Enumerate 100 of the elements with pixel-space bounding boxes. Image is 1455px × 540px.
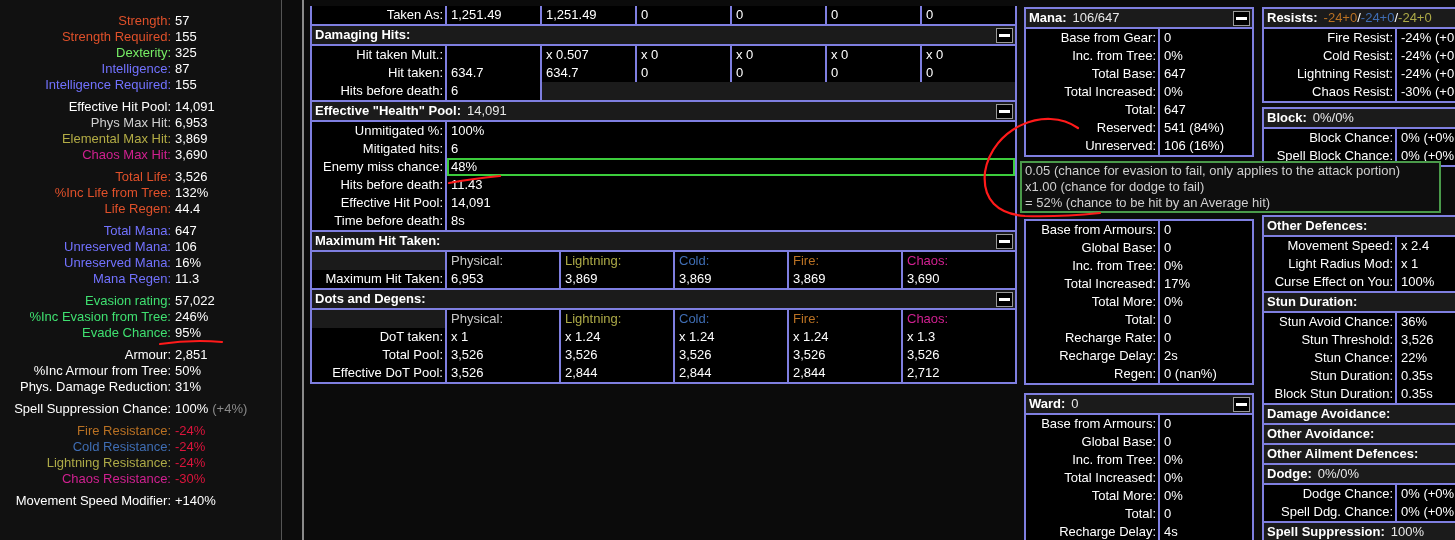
stat-label: Total: [1123, 505, 1157, 523]
section-title: Ward: [1029, 395, 1066, 414]
stat-value: -24% (+0 [1395, 65, 1455, 83]
stat-value: 4s [1158, 523, 1252, 540]
stat-value: -30% (+0 [1395, 83, 1455, 101]
collapse-button[interactable] [996, 233, 1013, 249]
section-title: Dodge: [1267, 465, 1312, 484]
stat-value: 100% [445, 122, 1015, 140]
stat-label: %Inc Evasion from Tree: [28, 309, 171, 325]
stat-label: Maximum Hit Taken: [324, 270, 444, 288]
section-title: Other Defences: [1267, 217, 1368, 236]
stat-label: Reserved: [1095, 119, 1157, 137]
table-cell: 3,526 [901, 346, 1015, 364]
stat-label: Intelligence Required: [44, 77, 171, 93]
stat-label: Base from Armours: [1040, 221, 1157, 239]
section-title: Other Ailment Defences: [1267, 445, 1419, 464]
stat-label: Unreserved: [1084, 137, 1157, 155]
stat-label: Lightning Resist: [1295, 65, 1394, 83]
stat-label: Light Radius Mod: [1287, 255, 1394, 273]
stat-value: 0 [1158, 415, 1252, 433]
stat-label: %Inc Armour from Tree: [32, 363, 171, 379]
stat-label: Mitigated hits: [361, 140, 444, 158]
stat-label: Total Life: [114, 169, 171, 185]
stat-value: 14,091 [445, 194, 1015, 212]
stat-value: 0.35s [1395, 367, 1455, 385]
stat-label: Cold Resist: [1321, 47, 1394, 65]
stat-value: 0 [1158, 433, 1252, 451]
stat-label: Spell Ddg. Chance: [1280, 503, 1394, 521]
stat-value: 44.4 [174, 201, 201, 217]
stat-label: Block Stun Duration: [1273, 385, 1394, 403]
stat-value: 0 [1158, 239, 1252, 257]
table-cell: x 0 [825, 46, 920, 64]
column-header: Lightning: [565, 253, 622, 268]
stat-value: 31% [174, 379, 202, 395]
collapse-button[interactable] [996, 291, 1013, 307]
minus-icon [999, 109, 1010, 113]
stat-value: 155 [174, 77, 197, 93]
stat-value: 2,851 [174, 347, 208, 363]
stat-value: 95% [174, 325, 202, 341]
stat-bonus: (+4%) [211, 401, 248, 417]
section-value: 14,091 [466, 102, 507, 121]
stat-value: 325 [174, 45, 197, 61]
stat-label: Mana Regen: [91, 271, 171, 287]
stat-label: Cold Resistance: [71, 439, 171, 455]
stat-value: 6,953 [174, 115, 208, 131]
stat-label: Taken As: [385, 6, 444, 24]
stat-label: Total: [1123, 311, 1157, 329]
stat-value: 0 [1158, 29, 1252, 47]
stat-value: 6 [445, 140, 1015, 158]
stat-value: 0% [1158, 487, 1252, 505]
stat-value: 647 [174, 223, 197, 239]
stat-value: 57 [174, 13, 190, 29]
collapse-button[interactable] [996, 27, 1013, 43]
stat-label: Inc. from Tree: [1071, 451, 1157, 469]
stat-label: Unmitigated %: [353, 122, 444, 140]
stat-value: 541 (84%) [1158, 119, 1252, 137]
stat-value: 50% [174, 363, 202, 379]
minus-icon [999, 239, 1010, 243]
tooltip-line: x1.00 (chance for dodge to fail) [1025, 179, 1206, 195]
stat-value: 22% [1395, 349, 1455, 367]
tooltip-line: = 52% (chance to be hit by an Average hit) [1025, 195, 1272, 211]
table-cell: 3,526 [445, 346, 559, 364]
stat-value: 0% (+0% [1395, 485, 1455, 503]
table-cell: 3,526 [559, 346, 673, 364]
stat-value: 0 (nan%) [1158, 365, 1252, 383]
collapse-button[interactable] [996, 103, 1013, 119]
stat-value: 132% [174, 185, 209, 201]
stat-label: Chaos Max Hit: [81, 147, 171, 163]
table-cell: x 1 [445, 328, 559, 346]
section-title: Effective "Health" Pool: [315, 102, 461, 121]
stat-label: Hits before death: [339, 82, 444, 100]
stat-label: Hit taken Mult.: [355, 46, 444, 64]
collapse-button[interactable] [1233, 10, 1250, 26]
stat-value: 57,022 [174, 293, 215, 309]
stat-label: Total Mana: [102, 223, 171, 239]
stat-value: 36% [1395, 313, 1455, 331]
section-value: 0 [1071, 395, 1079, 414]
column-header: Chaos: [907, 253, 949, 268]
stat-label: Total Increased: [1063, 83, 1157, 101]
section-title: Spell Suppression: [1267, 523, 1385, 540]
table-cell: x 0 [730, 46, 825, 64]
stat-label: Recharge Rate: [1063, 329, 1157, 347]
section-title: Maximum Hit Taken: [315, 232, 441, 251]
collapse-button[interactable] [1233, 396, 1250, 412]
table-cell: 2,712 [901, 364, 1015, 382]
stat-label: Inc. from Tree: [1071, 47, 1157, 65]
tooltip-line: 0.05 (chance for evasion to fail, only applies to the attack portion) [1025, 163, 1402, 179]
stat-label: Total Pool: [381, 346, 444, 364]
column-header: Cold: [679, 253, 710, 268]
section-value: 100% [1390, 523, 1424, 540]
column-header: Fire: [793, 311, 819, 326]
section-value: -24+0 [1323, 9, 1358, 28]
table-cell: 3,526 [787, 346, 901, 364]
stat-label: Stun Duration: [1308, 367, 1394, 385]
stat-label: Hits before death: [339, 176, 444, 194]
stat-value: -24% [174, 455, 206, 471]
stat-value: 0% [1158, 257, 1252, 275]
stat-value: -24% [174, 423, 206, 439]
stat-value: 14,091 [174, 99, 215, 115]
stat-label: Strength Required: [60, 29, 171, 45]
